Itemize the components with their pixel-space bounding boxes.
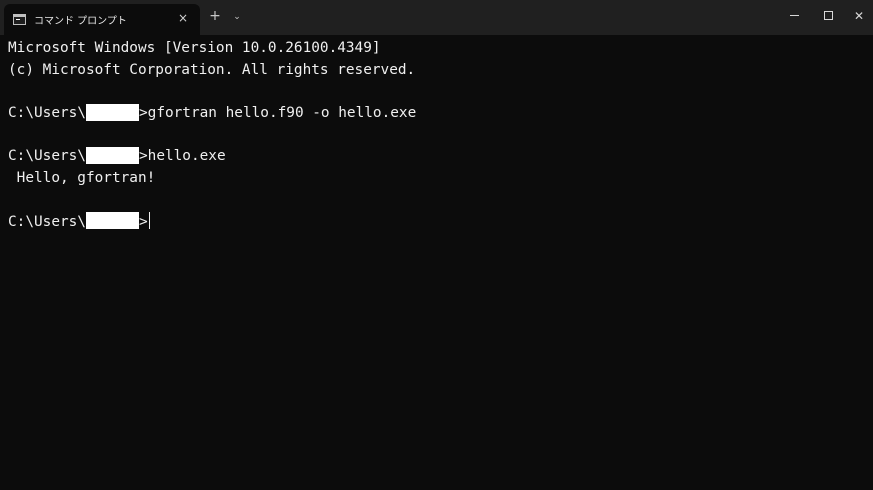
prompt-suffix: > [138,148,148,165]
terminal-output[interactable]: Microsoft Windows [Version 10.0.26100.43… [0,35,873,490]
prompt-line-3[interactable]: C:\Users\ > [8,212,873,234]
tab-title: コマンド プロンプト [34,16,127,27]
redacted-username [85,103,139,121]
command-text: gfortran hello.f90 -o hello.exe [147,105,417,122]
program-output: Hello, gfortran! [8,170,156,187]
redacted-username [85,212,139,229]
title-bar[interactable]: コマンド プロンプト × + ⌄ ✕ [0,0,873,35]
minimize-button[interactable] [778,0,812,32]
prompt-suffix: > [138,213,148,230]
prompt-prefix: C:\Users\ [8,213,86,230]
prompt-prefix: C:\Users\ [8,148,86,165]
tab-command-prompt[interactable]: コマンド プロンプト × [4,4,200,35]
new-tab-button[interactable]: + [207,9,223,25]
chevron-down-icon[interactable]: ⌄ [230,9,244,25]
prompt-line-2: C:\Users\ >hello.exe [8,146,873,168]
prompt-prefix: C:\Users\ [8,105,86,122]
terminal-window: コマンド プロンプト × + ⌄ ✕ Microsoft Windows [Ve… [0,0,873,490]
minimize-icon [790,15,799,16]
close-icon: ✕ [853,9,865,23]
header-line-copyright: (c) Microsoft Corporation. All rights re… [8,61,416,78]
redacted-username [85,146,139,164]
prompt-suffix: > [138,105,148,122]
header-line-version: Microsoft Windows [Version 10.0.26100.43… [8,40,381,56]
maximize-icon [824,11,833,20]
command-text: hello.exe [147,148,226,165]
text-cursor [148,212,150,229]
prompt-line-1: C:\Users\ >gfortran hello.f90 -o hello.ex… [8,103,873,125]
command-prompt-icon [13,14,26,25]
tab-close-button[interactable]: × [175,10,191,26]
close-button[interactable]: ✕ [845,0,873,32]
maximize-button[interactable] [812,0,846,32]
